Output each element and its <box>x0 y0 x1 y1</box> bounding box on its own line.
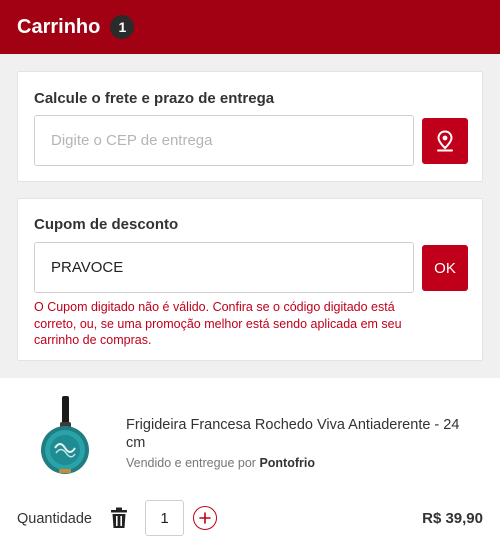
coupon-title: Cupom de desconto <box>34 216 179 233</box>
seller-prefix: Vendido e entregue por <box>126 456 256 470</box>
product-image <box>41 396 89 474</box>
item-price: R$ 39,90 <box>422 510 483 527</box>
app-header: Carrinho 1 <box>0 0 500 54</box>
cart-count-badge: 1 <box>110 15 135 39</box>
page-title: Carrinho <box>17 15 101 38</box>
increase-quantity-button[interactable] <box>193 506 217 530</box>
coupon-input[interactable] <box>34 242 414 293</box>
trash-icon[interactable] <box>109 507 129 529</box>
location-pin-icon <box>437 130 453 152</box>
freight-card: Calcule o frete e prazo de entrega <box>17 71 483 182</box>
cart-item: Frigideira Francesa Rochedo Viva Antiade… <box>0 378 500 547</box>
coupon-error-message: O Cupom digitado não é válido. Confira s… <box>34 300 402 347</box>
coupon-card: Cupom de desconto OK O Cupom digitado nã… <box>17 198 483 361</box>
plus-icon <box>199 512 211 524</box>
seller-info: Vendido e entregue por Pontofrio <box>126 456 315 470</box>
product-name[interactable]: Frigideira Francesa Rochedo Viva Antiade… <box>126 416 480 452</box>
seller-name: Pontofrio <box>259 456 315 470</box>
apply-coupon-button[interactable]: OK <box>422 245 468 291</box>
calculate-freight-button[interactable] <box>422 118 468 164</box>
quantity-label: Quantidade <box>17 511 92 527</box>
freight-title: Calcule o frete e prazo de entrega <box>34 90 275 107</box>
quantity-value[interactable]: 1 <box>145 500 184 536</box>
cep-input[interactable] <box>34 115 414 166</box>
